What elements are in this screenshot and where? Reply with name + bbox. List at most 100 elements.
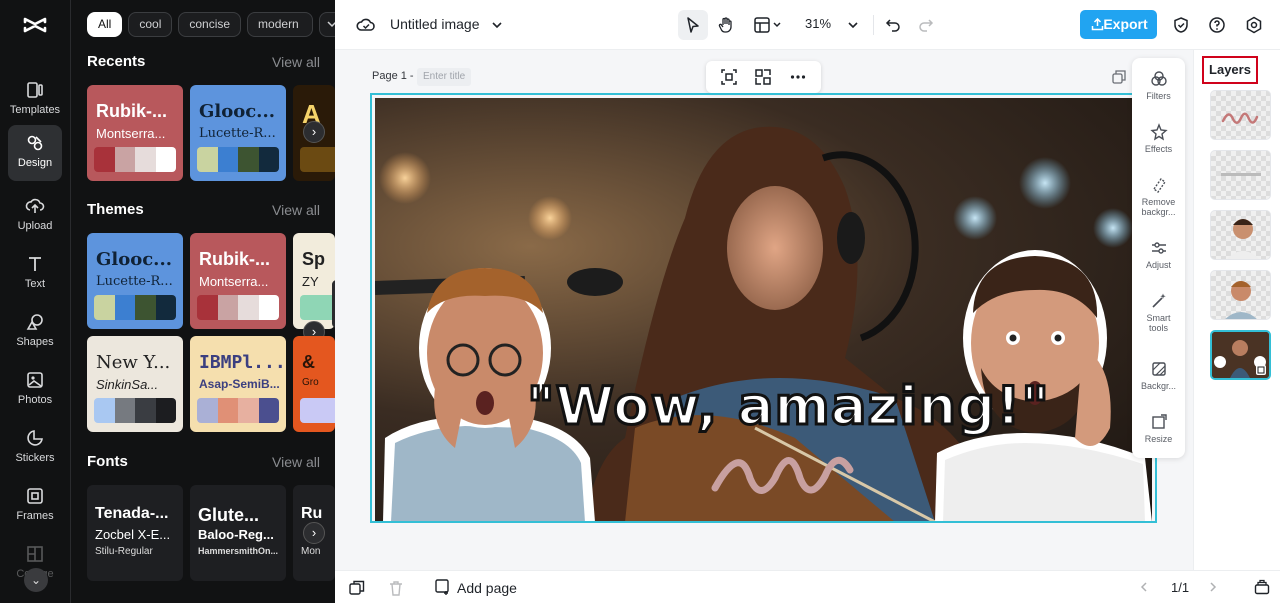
filters-icon: [1150, 71, 1167, 86]
page-manager-icon[interactable]: [1254, 579, 1270, 595]
rail-item-frames[interactable]: Frames: [8, 478, 62, 532]
rail-item-upload[interactable]: Upload: [8, 188, 62, 242]
card-font-subname: Lucette-R...: [96, 274, 173, 289]
canvas-headline-text[interactable]: "Wow, amazing!": [526, 375, 1051, 439]
tool-resize[interactable]: Resize: [1132, 413, 1185, 444]
card-font-subname: Montserra...: [96, 126, 166, 141]
tool-smart-tools[interactable]: Smart tools: [1132, 292, 1185, 333]
recents-next-arrow-icon[interactable]: ›: [303, 121, 325, 143]
app-root: Templates Design Upload Text Shapes Phot…: [0, 0, 1280, 603]
rail-item-stickers[interactable]: Stickers: [8, 420, 62, 474]
tool-label: Adjust: [1145, 260, 1171, 270]
fonts-next-arrow-icon[interactable]: ›: [303, 522, 325, 544]
chevron-right-icon[interactable]: [1207, 581, 1219, 593]
card-font-name: Rubik-...: [199, 249, 270, 269]
chip-more-button[interactable]: [319, 12, 335, 37]
font-card-tertiary: Stilu-Regular: [95, 546, 153, 557]
theme-card-4[interactable]: New Y... SinkinSa...: [87, 336, 183, 432]
redo-icon[interactable]: [911, 10, 941, 40]
fonts-view-all-link[interactable]: View all: [272, 454, 320, 470]
layers-title[interactable]: Layers: [1202, 56, 1258, 84]
card-font-name: Glooc...: [96, 249, 172, 270]
tool-background[interactable]: Backgr...: [1132, 360, 1185, 391]
trash-icon[interactable]: [388, 580, 404, 596]
chip-cool[interactable]: cool: [128, 12, 173, 37]
color-swatches: [94, 398, 176, 423]
background-icon: [1151, 362, 1166, 376]
hand-pan-icon[interactable]: [711, 10, 741, 40]
rail-label: Shapes: [16, 336, 54, 348]
bokeh-lights: [375, 126, 1152, 521]
rail-item-text[interactable]: Text: [8, 246, 62, 300]
chevron-down-icon[interactable]: [847, 19, 859, 31]
select-area-icon[interactable]: [720, 68, 738, 86]
font-card-primary: Tenada-...: [95, 505, 169, 522]
tool-filters[interactable]: Filters: [1132, 70, 1185, 101]
card-font-subname: Gro: [302, 377, 319, 388]
tool-remove-background[interactable]: Remove backgr...: [1132, 176, 1185, 217]
recents-view-all-link[interactable]: View all: [272, 54, 320, 70]
more-options-icon[interactable]: [789, 68, 807, 86]
font-card-secondary: Zocbel X-E...: [95, 527, 171, 542]
rail-item-design[interactable]: Design: [8, 125, 62, 181]
page-label: Page 1 -: [372, 70, 414, 82]
export-button[interactable]: Export: [1080, 10, 1157, 39]
add-page-icon: [435, 579, 449, 595]
layer-thumbnail-man-right[interactable]: [1210, 210, 1271, 260]
font-card-1[interactable]: Tenada-... Zocbel X-E... Stilu-Regular: [87, 485, 183, 581]
theme-card-2[interactable]: Rubik-... Montserra...: [190, 233, 286, 329]
theme-card-6[interactable]: & Gro: [293, 336, 335, 432]
zoom-level[interactable]: 31%: [805, 16, 831, 31]
qr-scan-icon[interactable]: [754, 68, 772, 86]
layout-dropdown-icon[interactable]: [747, 10, 789, 40]
chevron-down-icon[interactable]: [491, 19, 503, 31]
rail-item-templates[interactable]: Templates: [8, 72, 62, 126]
chevron-left-icon[interactable]: [1138, 581, 1150, 593]
help-icon[interactable]: [1202, 10, 1232, 40]
theme-card-3[interactable]: Sp ZY: [293, 233, 335, 329]
settings-gear-icon[interactable]: [1239, 10, 1269, 40]
page-title-input[interactable]: Enter title: [417, 68, 472, 86]
recent-card-1[interactable]: Rubik-... Montserra...: [87, 85, 183, 181]
layer-thumbnail-squiggle[interactable]: [1210, 90, 1271, 140]
design-canvas[interactable]: "Wow, amazing!": [370, 93, 1157, 523]
cloud-icon[interactable]: [351, 10, 381, 40]
layer-thumbnail-background[interactable]: [1210, 330, 1271, 380]
shield-icon[interactable]: [1166, 10, 1196, 40]
card-font-name: New Y...: [96, 352, 171, 373]
font-card-secondary: Baloo-Reg...: [198, 527, 274, 542]
card-font-name: Rubik-...: [96, 101, 167, 121]
layer-thumbnail-text[interactable]: [1210, 150, 1271, 200]
chip-modern[interactable]: modern: [247, 12, 314, 37]
rail-item-shapes[interactable]: Shapes: [8, 304, 62, 358]
color-swatches: [94, 295, 176, 320]
filter-chips: All cool concise modern: [87, 12, 335, 37]
chip-concise[interactable]: concise: [178, 12, 242, 37]
themes-view-all-link[interactable]: View all: [272, 202, 320, 218]
rail-item-photos[interactable]: Photos: [8, 362, 62, 416]
chip-all[interactable]: All: [87, 12, 123, 37]
select-pointer-icon[interactable]: [678, 10, 708, 40]
document-title[interactable]: Untitled image: [390, 16, 480, 32]
tool-label: Filters: [1146, 91, 1171, 101]
layer-thumbnail-man-left[interactable]: [1210, 270, 1271, 320]
tool-effects[interactable]: Effects: [1132, 123, 1185, 154]
color-swatches: [197, 147, 279, 172]
add-page-button[interactable]: Add page: [435, 579, 517, 596]
magic-wand-icon: [1151, 293, 1166, 308]
card-font-name: Sp: [302, 249, 326, 269]
color-swatches: [197, 398, 279, 423]
undo-icon[interactable]: [878, 10, 908, 40]
theme-card-5[interactable]: IBMPl... Asap-SemiB...: [190, 336, 286, 432]
tool-adjust[interactable]: Adjust: [1132, 239, 1185, 270]
duplicate-page-icon[interactable]: [1112, 70, 1126, 84]
theme-card-1[interactable]: Glooc... Lucette-R...: [87, 233, 183, 329]
duplicate-icon[interactable]: [349, 580, 365, 596]
color-swatches: [300, 398, 335, 423]
upload-arrow-icon: [1091, 18, 1104, 31]
font-card-2[interactable]: Glute... Baloo-Reg... HammersmithOn...: [190, 485, 286, 581]
fonts-title: Fonts: [87, 453, 128, 470]
recent-card-2[interactable]: Glooc... Lucette-R...: [190, 85, 286, 181]
chevron-down-icon[interactable]: ⌄: [24, 568, 48, 592]
rail-label: Design: [17, 157, 53, 169]
